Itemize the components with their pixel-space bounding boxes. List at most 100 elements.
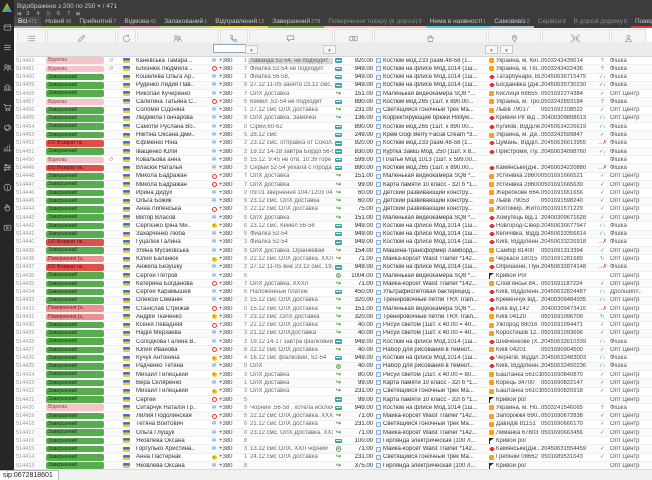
calls-count: 3 <box>239 372 248 378</box>
table-row[interactable]: 514462Відмова↺Каневська Тамара ..✻+3801Л… <box>14 57 652 65</box>
table-row[interactable]: 514429ЗавершенийНадія Мерзаева✻+380321.1… <box>14 330 652 338</box>
tab-13[interactable]: Повернені <box>631 17 652 28</box>
table-row[interactable]: 514453ЗавершенийНікітіна Оксана Дми..✻+3… <box>14 131 652 139</box>
tracking-number: 0501690904500 <box>541 347 594 353</box>
table-row[interactable]: 514456ЗавершенийСоломія Сідоніна✻+380127… <box>14 107 652 115</box>
flag-cell <box>116 240 136 245</box>
seller: Фішка <box>610 165 646 171</box>
table-row[interactable]: 514427ЗавершенийЮлия Иванова+380822.12 с… <box>14 346 652 354</box>
comment: 23.12 смс. ОЛХ доставка <box>248 198 333 204</box>
sidebar-item-chart[interactable] <box>0 138 14 158</box>
table-row[interactable]: 514454ЗавершенийСамотій Руслана Во..✻+38… <box>14 123 652 131</box>
table-row[interactable]: 514426ЗавершенийКучук Антонинаlc+380416.… <box>14 355 652 363</box>
tracking-number: 20450632610339 <box>541 339 594 345</box>
table-row[interactable]: 514458ЗавершенийНиколай Кучеренко✻+3807О… <box>14 90 652 98</box>
table-row[interactable]: 514457ВідмоваСалегина Татьяна С..+3805Ке… <box>14 98 652 106</box>
table-row[interactable]: 514419ЗавершенийЛилия Подолинская+380522… <box>14 412 652 420</box>
carrier-cell <box>487 248 496 253</box>
filter-dropdown[interactable]: ▼ <box>245 45 258 54</box>
table-row[interactable]: 514433ЗавершенийОлексій Семанін✻+380315.… <box>14 297 652 305</box>
table-row[interactable]: 514434ЗавершенийСергей Карамышев✻+3805На… <box>14 288 652 296</box>
table-row[interactable]: 514460ЗавершенийКошелева Ольга Ар..✻+380… <box>14 74 652 82</box>
table-row[interactable]: 514444ЗавершенийАнна Липенська+380322.12… <box>14 206 652 214</box>
table-row[interactable]: 514430ЗавершенийКсенія Левадняя+380722.1… <box>14 322 652 330</box>
app-logo[interactable] <box>2 3 12 12</box>
tab-11[interactable]: Сервіси0 <box>534 17 570 28</box>
tab-1[interactable]: Всі471 <box>14 17 41 28</box>
table-row[interactable]: 514438Повернення (з..Юлия Баланюкlc+3809… <box>14 255 652 263</box>
pickup-flag-icon <box>489 438 495 444</box>
ukraine-flag-icon <box>123 215 130 220</box>
table-row[interactable]: 514445ЗавершенийОльга Божик✻+380923.12 с… <box>14 198 652 206</box>
table-row[interactable]: 514436ЗавершенийСергей Петров✻+3805₴1004… <box>14 272 652 280</box>
table-row[interactable]: 514421ЗавершенийСергей+380599.00Карта па… <box>14 396 652 404</box>
table-row[interactable]: 514415ЗавершенийГоргулько Христина..✻+38… <box>14 445 652 453</box>
tab-6[interactable]: Відправлений12 <box>211 17 268 28</box>
table-row[interactable]: 514422ЗавершенийМихаил Гилецькийlc+3803О… <box>14 388 652 396</box>
table-row[interactable]: 514448ЗавершенийМикола Бадражан+3807ОЛХ … <box>14 173 652 181</box>
table-row[interactable]: 514443ЗавершенийВіктор Власов✻+3805ОЛХ д… <box>14 214 652 222</box>
tab-10[interactable]: Самовивіз2 <box>490 17 534 28</box>
table-row[interactable]: 514428ЗавершенийСолодкова Галина В..✻+38… <box>14 338 652 346</box>
table-row[interactable]: 514439ЗавершенийУляна Мусійовська✻+3809О… <box>14 247 652 255</box>
table-row[interactable]: 514447ЗавершенийМикола Бадражан+3807ОЛХ … <box>14 181 652 189</box>
comment: 23.12 смс. отправка от Сокол... <box>248 140 333 146</box>
table-row[interactable]: 514416ЗавершенийЯковлева Оксана✻+3808100… <box>14 437 652 445</box>
filter-dropdown[interactable]: ▼ <box>500 45 513 54</box>
table-row[interactable]: 514437DO Возврат ок..Анжела Безушку✻+380… <box>14 264 652 272</box>
table-row[interactable]: 514461Відмова↺Близнюк Людмила ..+3807Фиа… <box>14 65 652 73</box>
tab-4[interactable]: Відмова42 <box>120 17 160 28</box>
table-row[interactable]: 514418ЗавершенийТетяна Войтович✻+380621.… <box>14 421 652 429</box>
table-row[interactable]: 514441ЗавершенийЗахарченко Люба✻+3805Фиа… <box>14 231 652 239</box>
star-source-icon: ✻ <box>211 107 216 113</box>
table-row[interactable]: 514420ВідмоваСитарчук Наталія Гр..✻+3809… <box>14 404 652 412</box>
sidebar-item-info[interactable] <box>0 178 14 198</box>
table-row[interactable]: 514424ЗавершенийМихаил Гилецькийlc+3803О… <box>14 371 652 379</box>
table-row[interactable]: 514435ЗавершенийКатерина Богданова+3807О… <box>14 280 652 288</box>
phone-filter-input[interactable] <box>213 44 246 53</box>
table-row[interactable]: 514440DO Возврат ок..Гуцалюк Галина✻+380… <box>14 239 652 247</box>
comment: 22.12 смс ОЛХ доставка. ХХЛ <box>248 256 333 262</box>
sidebar-item-megaphone[interactable] <box>0 118 14 138</box>
table-row[interactable]: 514446ЗавершенийИрина Дидух✻+380209.01 з… <box>14 189 652 197</box>
tab-12[interactable]: В дорозі додому0 <box>570 17 631 28</box>
filter-dropdown[interactable]: ▼ <box>485 45 498 54</box>
table-row[interactable]: 514414ЗавершенийАнна Пастернакlc+380124.… <box>14 454 652 462</box>
sidebar-item-board[interactable] <box>0 18 14 38</box>
product-box-icon <box>376 314 381 319</box>
address: Украина, м. По.. <box>496 66 541 72</box>
table-row[interactable]: 514442ЗавершенийСергієнко Іріна Ми..lc+3… <box>14 222 652 230</box>
tab-3[interactable]: Прийнятий7 <box>75 17 120 28</box>
table-row[interactable]: 514450Відмова↺Ковальова анна✻+380815.12.… <box>14 156 652 164</box>
sidebar-item-bank[interactable] <box>0 78 14 98</box>
table-row[interactable]: 514432Повернення (з..Станіслав Стрижак+3… <box>14 305 652 313</box>
product-cell: Карта памяти 10 класс - 32Гб *1... <box>373 182 487 188</box>
table-row[interactable]: 514449DO Возврат ок..Власюк Наталья✻+380… <box>14 164 652 172</box>
tracking-number: 20400309473416 <box>541 306 594 312</box>
tab-9[interactable]: Нема в наявності1 <box>426 17 491 28</box>
table-row[interactable]: 514459ЗавершенийРуденко Лидия Пав..✻+380… <box>14 82 652 90</box>
sidebar-item-video[interactable] <box>0 218 14 238</box>
source-cell: ✻ <box>209 405 219 411</box>
sidebar-item-users[interactable] <box>0 58 14 78</box>
status-cell: Завершений <box>46 462 106 469</box>
filter-dropdown[interactable]: ▼ <box>323 45 336 54</box>
table-row[interactable]: 514417ЗавершенийОльга Глущук✻+380023.12 … <box>14 429 652 437</box>
sidebar-item-sliders[interactable] <box>0 158 14 178</box>
tab-2[interactable]: Новий48 <box>41 17 75 28</box>
page-size-dropdown[interactable]: ▾ <box>97 3 100 10</box>
table-row[interactable]: 514455ЗавершенийЛюдмила Гончарова✻+3808О… <box>14 115 652 123</box>
table-row[interactable]: 514423ЗавершенийВера Скляренко✻+3801ОЛХ … <box>14 379 652 387</box>
tab-5[interactable]: Запакований1 <box>160 17 211 28</box>
calls-count: 9 <box>239 198 248 204</box>
table-row[interactable]: 514452DO Возврат ок..Єфіменко Ніна✻+3802… <box>14 140 652 148</box>
product-name: Светящийся гоночный трек Ma... <box>383 388 474 394</box>
sidebar-item-hand[interactable] <box>0 198 14 218</box>
table-row[interactable]: 514425ЗавершенийРадченко Тетяна✻+3800ОЛХ… <box>14 363 652 371</box>
sidebar-item-orders[interactable] <box>0 38 14 58</box>
tab-7[interactable]: Завершений278 <box>268 17 324 28</box>
sidebar-item-cart[interactable] <box>0 98 14 118</box>
table-row[interactable]: 514431Повернення (з..Андрій Ткаченкоlc+3… <box>14 313 652 321</box>
table-row[interactable]: 514451ЗавершенийІващенко Юлія✻+380219.12… <box>14 148 652 156</box>
tab-8[interactable]: Повернення товару (в дорозі)0 <box>324 17 425 28</box>
